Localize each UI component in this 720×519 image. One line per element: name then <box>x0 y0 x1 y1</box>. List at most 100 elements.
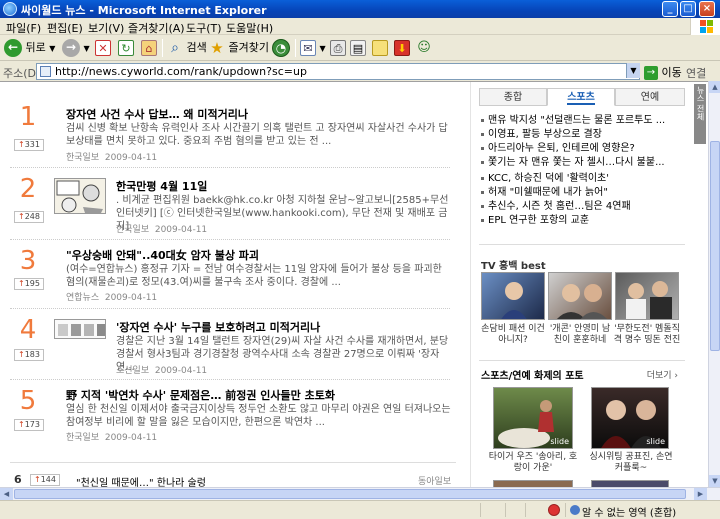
back-button[interactable]: ← 뒤로 ▼ <box>4 38 55 58</box>
tv-photo-drawing <box>557 284 607 319</box>
scroll-up-button[interactable]: ▲ <box>709 81 720 93</box>
tab-sports[interactable]: 스포츠 <box>547 88 615 106</box>
forward-button[interactable]: → ▼ <box>62 38 90 58</box>
photo-caption[interactable]: 싱시위팅 공표진, 손연 커플룩~ <box>585 452 677 474</box>
search-button[interactable]: ⌕ 검색 <box>167 38 207 58</box>
bullet-icon <box>481 218 484 222</box>
home-icon: ⌂ <box>141 40 157 56</box>
scroll-down-button[interactable]: ▼ <box>709 475 720 487</box>
links-label[interactable]: 연결 <box>686 65 706 81</box>
sports-photo[interactable] <box>493 480 573 487</box>
mail-icon: ✉ <box>300 40 316 56</box>
horizontal-scrollbar[interactable]: ◀ ▶ <box>0 487 720 500</box>
messenger-button[interactable]: ☺ <box>416 38 432 58</box>
minimize-button[interactable]: _ <box>662 1 678 17</box>
news-thumbnail[interactable] <box>54 319 106 339</box>
address-url[interactable]: http://news.cyworld.com/rank/updown?sc=u… <box>55 65 307 78</box>
messenger-icon: ☺ <box>417 40 431 55</box>
scroll-thumb[interactable] <box>14 489 686 499</box>
tab-general[interactable]: 종합 <box>479 88 547 106</box>
stop-button[interactable]: ✕ <box>95 38 111 58</box>
window-title: 싸이월드 뉴스 - Microsoft Internet Explorer <box>21 4 267 17</box>
stop-icon: ✕ <box>95 40 111 56</box>
menu-file[interactable]: 파일(F) <box>6 20 41 36</box>
zone-globe-icon <box>570 505 580 515</box>
maximize-button[interactable]: □ <box>680 1 696 17</box>
menu-favorites[interactable]: 즐겨찾기(A) <box>128 20 185 36</box>
print-button[interactable]: ⎙ <box>330 38 346 58</box>
address-input[interactable]: http://news.cyworld.com/rank/updown?sc=u… <box>36 63 640 80</box>
scroll-left-button[interactable]: ◀ <box>0 488 13 500</box>
list-item[interactable]: 쫓기는 자 맨유 쫓는 자 첼시…다시 불붙... <box>481 156 691 170</box>
tv-caption[interactable]: 손담비 패션 이건 아니지? <box>479 324 547 346</box>
tv-caption[interactable]: '개콘' 안영미 남친이 훈훈하네 <box>546 324 614 346</box>
news-title[interactable]: 장자연 사건 수사 답보… 왜 미적거리나 <box>66 106 248 122</box>
favorites-button[interactable]: ★ 즐겨찾기 <box>209 38 269 58</box>
history-button[interactable]: ◔ <box>272 38 290 58</box>
news-title[interactable]: "천신일 때문에…" 한나라 술렁 <box>76 474 206 487</box>
divider <box>479 360 685 361</box>
list-item[interactable]: 아드리아누 은퇴, 인테르에 영향은? <box>481 142 691 156</box>
sports-photo[interactable] <box>591 480 669 487</box>
blocked-icon[interactable] <box>548 504 560 516</box>
list-item[interactable]: EPL 연구한 포항의 교훈 <box>481 214 691 228</box>
side-wing-tab[interactable]: 뉴스 전체 <box>694 84 706 144</box>
more-link[interactable]: 더보기 › <box>647 368 678 381</box>
tv-photo[interactable] <box>548 272 612 320</box>
side-wing-label: 뉴스 전체 <box>696 86 705 121</box>
news-source: 연합뉴스 2009-04-11 <box>66 293 158 303</box>
bullet-icon <box>481 160 484 164</box>
research-button[interactable]: ⬇ <box>394 38 410 58</box>
news-title[interactable]: '장자연 수사' 누구를 보호하려고 미적거리나 <box>116 319 320 335</box>
cartoon-thumbnail[interactable] <box>54 178 106 214</box>
up-arrow-icon: ↑ <box>18 212 25 221</box>
news-title[interactable]: 野 지적 '박연차 수사' 문제점은… 前정권 인사들만 초토화 <box>66 387 335 403</box>
divider <box>10 379 450 380</box>
browser-window: 싸이월드 뉴스 - Microsoft Internet Explorer _ … <box>0 0 720 519</box>
list-item[interactable]: 허재 "미쉘때문에 내가 늙어" <box>481 186 691 200</box>
discuss-button[interactable] <box>372 38 388 58</box>
list-item[interactable]: 추신수, 시즌 첫 홈런…팀은 4연패 <box>481 200 691 214</box>
tab-entertainment[interactable]: 연예 <box>615 88 685 106</box>
scroll-right-button[interactable]: ▶ <box>694 488 707 500</box>
bullet-icon <box>481 204 484 208</box>
slide-badge: slide <box>646 437 665 446</box>
vertical-scrollbar[interactable]: ▲ ▼ <box>708 81 720 487</box>
menu-tools[interactable]: 도구(T) <box>186 20 222 36</box>
page-icon <box>40 66 51 77</box>
home-button[interactable]: ⌂ <box>141 38 157 58</box>
list-item[interactable]: 맨유 박지성 "선덜랜드는 물론 포르투도 ... <box>481 114 691 128</box>
news-title[interactable]: "우상숭배 안돼"..40대女 암자 불상 파괴 <box>66 247 259 263</box>
sports-photo[interactable]: slide <box>493 387 573 449</box>
tv-caption[interactable]: '무한도전' 멤돌직격 명수 띵돈 전진 <box>613 324 681 346</box>
sports-photo[interactable]: slide <box>591 387 669 449</box>
photo-section-title: 스포츠/연예 화제의 포토 <box>481 371 584 382</box>
rank-number: 3 <box>19 246 37 276</box>
tv-photo[interactable] <box>615 272 679 320</box>
bullet-icon <box>481 176 484 180</box>
menu-view[interactable]: 보기(V) <box>88 20 124 36</box>
menu-edit[interactable]: 편집(E) <box>47 20 83 36</box>
address-dropdown-button[interactable]: ▼ <box>626 63 640 78</box>
close-button[interactable]: × <box>699 1 715 17</box>
news-source: 동아일보 <box>418 477 452 487</box>
bullet-icon <box>481 118 484 122</box>
scroll-thumb[interactable] <box>710 141 720 351</box>
menu-help[interactable]: 도움말(H) <box>226 20 273 36</box>
go-button[interactable]: → 이동 <box>644 64 682 80</box>
up-arrow-icon: ↑ <box>18 350 25 359</box>
status-divider <box>480 503 481 517</box>
list-item[interactable]: KCC, 하승진 덕에 '활력이초' <box>481 172 691 186</box>
list-item[interactable]: 이영표, 팔등 부상으로 결장 <box>481 128 691 142</box>
status-bar: 알 수 없는 영역 (혼합) <box>0 500 720 519</box>
rank-number: 2 <box>19 174 37 204</box>
photo-caption[interactable]: 타이거 우즈 '송아리, 호랑이 가운' <box>487 452 579 474</box>
news-title[interactable]: 한국만평 4월 11일 <box>116 178 207 194</box>
toolbar-separator <box>295 39 296 57</box>
printer-icon: ⎙ <box>330 40 346 56</box>
edit-button[interactable]: ▤ <box>350 38 366 58</box>
refresh-icon: ↻ <box>118 40 134 56</box>
refresh-button[interactable]: ↻ <box>118 38 134 58</box>
mail-button[interactable]: ✉ ▼ <box>300 38 326 58</box>
tv-photo[interactable] <box>481 272 545 320</box>
